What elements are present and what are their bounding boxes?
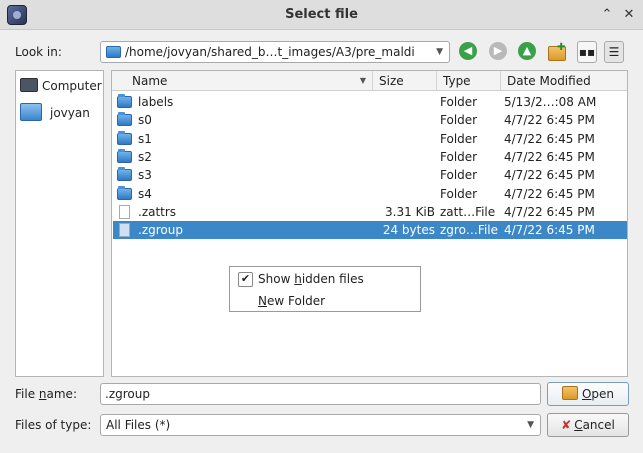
open-button[interactable]: Open <box>547 382 629 406</box>
sidebar-item-computer[interactable]: Computer <box>20 76 102 96</box>
cancel-button[interactable]: ✘ Cancel <box>547 413 629 437</box>
cell-type: zatt…File <box>440 204 496 219</box>
file-list[interactable]: Name ▼ Size Type Date Modified labels Fol… <box>111 70 628 377</box>
chevron-up-icon: ⌃ <box>601 7 613 22</box>
folder-icon <box>117 130 132 145</box>
menu-item-show-hidden-files[interactable]: ✔ Show hidden files <box>230 268 420 290</box>
look-in-label: Look in: <box>15 45 62 59</box>
sort-indicator-icon: ▼ <box>359 76 366 85</box>
chevron-down-icon: ▼ <box>527 420 534 430</box>
table-row[interactable]: .zattrs 3.31 KiB zatt…File 4/7/22 6:45 PM <box>113 203 627 221</box>
cell-name: s1 <box>138 131 152 146</box>
back-icon[interactable]: ◀ <box>459 42 477 60</box>
file-name-input[interactable]: .zgroup <box>100 383 541 405</box>
computer-icon <box>20 78 38 92</box>
places-sidebar: Computer jovyan <box>15 70 104 377</box>
cell-date: 4/7/22 6:45 PM <box>504 186 595 201</box>
cell-type: Folder <box>440 113 478 128</box>
cancel-icon: ✘ <box>561 418 572 432</box>
cell-size: 24 bytes <box>382 223 435 238</box>
folder-icon <box>117 185 132 200</box>
cell-date: 4/7/22 6:45 PM <box>504 149 595 164</box>
close-button[interactable]: ✕ <box>620 6 638 24</box>
chevron-down-icon: ▼ <box>436 47 443 57</box>
table-row[interactable]: s3 Folder 4/7/22 6:45 PM <box>113 166 627 184</box>
folder-icon <box>106 46 121 58</box>
column-header-date[interactable]: Date Modified <box>501 71 627 91</box>
close-icon: ✕ <box>623 7 635 22</box>
menu-item-new-folder[interactable]: New Folder <box>230 290 420 312</box>
column-header-type[interactable]: Type <box>437 71 501 91</box>
cell-type: Folder <box>440 149 478 164</box>
folder-icon <box>20 103 42 121</box>
file-type-label: Files of type: <box>15 418 92 432</box>
table-row[interactable]: s0 Folder 4/7/22 6:45 PM <box>113 111 627 129</box>
cell-type: zgro…File <box>440 223 499 238</box>
table-row[interactable]: s1 Folder 4/7/22 6:45 PM <box>113 130 627 148</box>
new-folder-icon[interactable]: ✚ <box>547 42 566 61</box>
file-icon <box>119 223 130 238</box>
cell-date: 4/7/22 6:45 PM <box>504 131 595 146</box>
cell-size: 3.31 KiB <box>385 204 435 219</box>
sidebar-item-label: jovyan <box>50 106 90 120</box>
look-in-combo[interactable]: /home/jovyan/shared_b…t_images/A3/pre_ma… <box>100 41 450 63</box>
file-name-label: File name: <box>15 387 77 401</box>
cell-type: Folder <box>440 168 478 183</box>
cell-name: .zattrs <box>138 204 177 219</box>
cell-name: labels <box>138 95 174 109</box>
sidebar-item-label: Computer <box>42 79 102 93</box>
detail-view-icon[interactable]: ☰ <box>604 41 624 63</box>
cell-date: 4/7/22 6:45 PM <box>504 204 595 219</box>
folder-icon <box>117 148 132 163</box>
file-type-value: All Files (*) <box>106 418 171 432</box>
column-header-name[interactable]: Name ▼ <box>112 71 373 91</box>
file-icon <box>119 204 130 219</box>
cell-name: s4 <box>138 186 152 201</box>
cell-type: Folder <box>440 95 478 109</box>
cell-date: 5/13/2…:08 AM <box>504 95 597 109</box>
window-title: Select file <box>285 7 358 22</box>
cell-date: 4/7/22 6:45 PM <box>504 113 595 128</box>
cell-date: 4/7/22 6:45 PM <box>504 223 595 238</box>
cell-type: Folder <box>440 186 478 201</box>
folder-icon <box>117 94 132 108</box>
cell-date: 4/7/22 6:45 PM <box>504 168 595 183</box>
cell-name: s0 <box>138 113 152 128</box>
list-view-icon[interactable]: ▪▪ <box>577 41 597 63</box>
folder-icon <box>117 112 132 127</box>
table-row[interactable]: s2 Folder 4/7/22 6:45 PM <box>113 148 627 166</box>
look-in-path: /home/jovyan/shared_b…t_images/A3/pre_ma… <box>125 45 415 59</box>
file-type-combo[interactable]: All Files (*) ▼ <box>100 414 541 436</box>
cell-name: s3 <box>138 168 152 183</box>
cell-name: s2 <box>138 149 152 164</box>
table-row[interactable]: .zgroup 24 bytes zgro…File 4/7/22 6:45 PM <box>113 221 627 240</box>
cell-type: Folder <box>440 131 478 146</box>
forward-icon[interactable]: ▶ <box>489 42 507 60</box>
checkmark-icon: ✔ <box>238 272 253 287</box>
parent-folder-icon[interactable]: ▲ <box>518 42 536 60</box>
folder-icon <box>117 167 132 182</box>
cell-name: .zgroup <box>138 223 183 238</box>
column-header-size[interactable]: Size <box>373 71 437 91</box>
table-row[interactable]: labels Folder 5/13/2…:08 AM <box>113 93 627 111</box>
open-folder-icon <box>561 386 578 400</box>
sidebar-item-jovyan[interactable]: jovyan <box>20 103 90 123</box>
table-row[interactable]: s4 Folder 4/7/22 6:45 PM <box>113 185 627 203</box>
minimize-button[interactable]: ⌃ <box>598 6 616 24</box>
context-menu: ✔ Show hidden files New Folder <box>229 266 421 312</box>
